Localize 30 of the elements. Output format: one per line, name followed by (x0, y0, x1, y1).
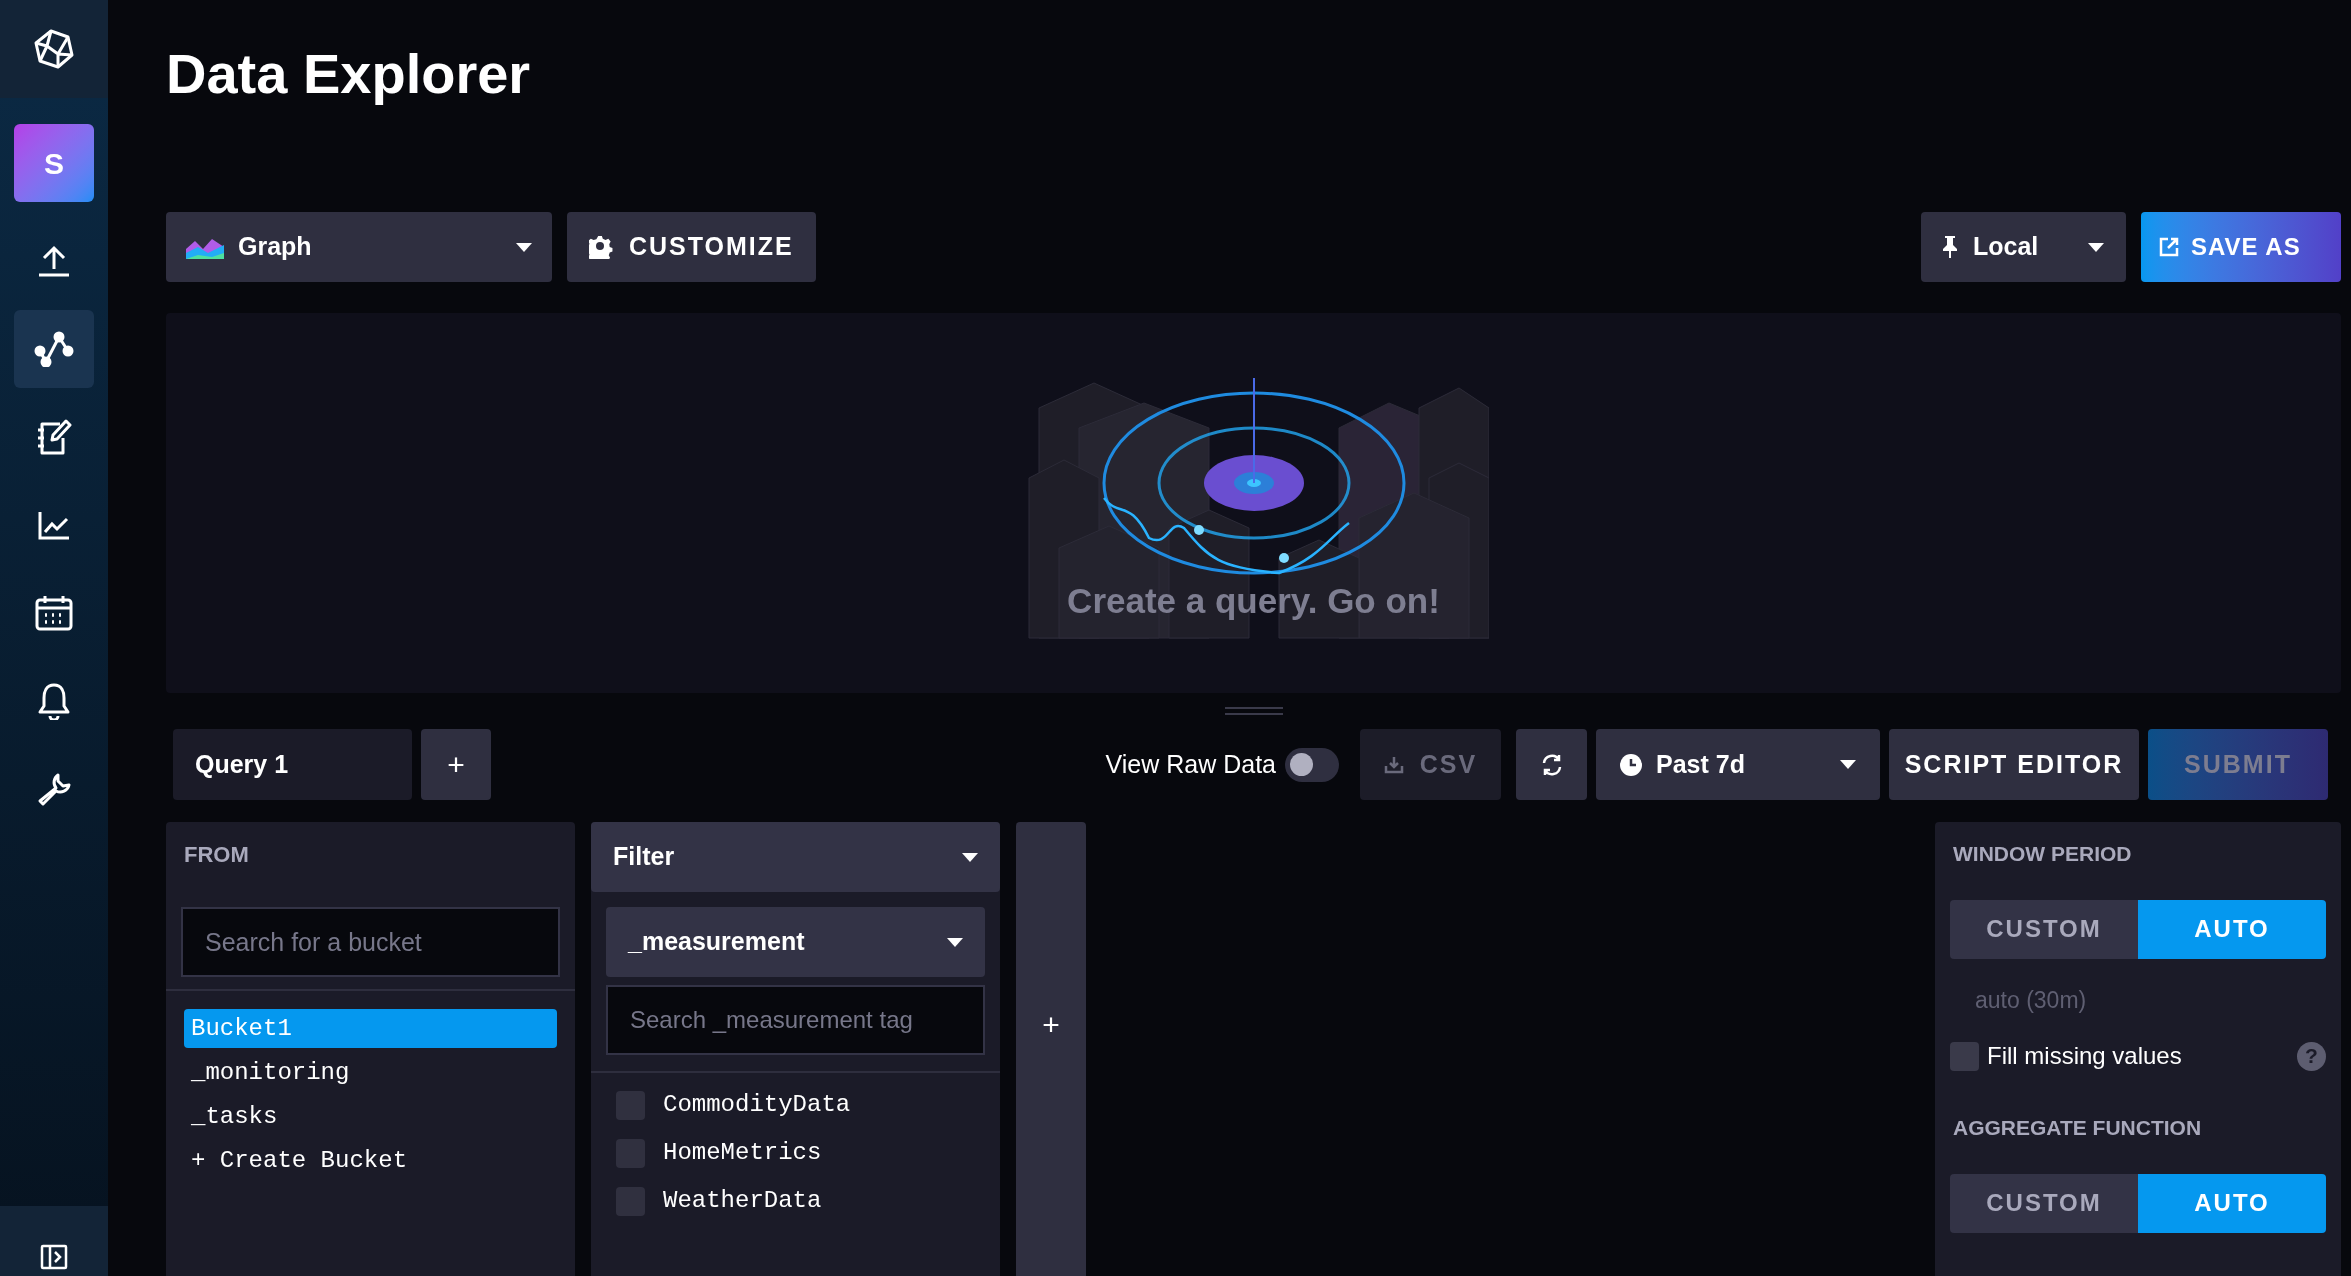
tag-value-label: CommodityData (663, 1090, 851, 1120)
create-bucket-link[interactable]: + Create Bucket (184, 1141, 415, 1180)
tag-search-field[interactable]: Search _measurement tag (606, 985, 985, 1055)
save-as-button[interactable]: SAVE AS (2141, 212, 2341, 282)
fill-missing-values-label: Fill missing values (1987, 1041, 2182, 1071)
view-raw-data-label: View Raw Data (1105, 748, 1276, 780)
empty-graph-message: Create a query. Go on! (1067, 580, 1440, 622)
page-title: Data Explorer (166, 41, 531, 107)
time-range-dropdown[interactable]: Past 7d (1596, 729, 1880, 800)
script-editor-button[interactable]: SCRIPT EDITOR (1889, 729, 2139, 800)
bucket-search-field[interactable]: Search for a bucket (181, 907, 560, 977)
mode-toggle-option[interactable]: CUSTOM (1950, 1173, 2138, 1233)
customize-button[interactable]: CUSTOMIZE (567, 212, 816, 282)
visualization-dropdown[interactable]: Graph (166, 212, 552, 282)
add-filter-button[interactable]: + (1016, 822, 1086, 1276)
mode-toggle-option[interactable]: CUSTOM (1950, 899, 2138, 959)
query-tab[interactable]: Query 1 (173, 729, 412, 800)
filter-dropdown[interactable]: Filter (591, 822, 1000, 892)
add-query-button[interactable]: + (421, 729, 491, 800)
tag-value-label: HomeMetrics (663, 1138, 822, 1168)
tag-value-label: WeatherData (663, 1186, 822, 1216)
user-avatar[interactable]: S (14, 124, 94, 202)
panel-heading: AGGREGATE FUNCTION (1952, 1115, 2203, 1141)
window-period-hint: auto (30m) (1974, 985, 2088, 1015)
panel-heading: FROM (183, 841, 250, 869)
bucket-item[interactable]: _tasks (184, 1097, 557, 1136)
timezone-dropdown[interactable]: Local (1921, 212, 2126, 282)
tag-key-dropdown[interactable]: _measurement (606, 907, 985, 977)
bucket-item[interactable]: _monitoring (184, 1053, 557, 1092)
panel-heading: WINDOW PERIOD (1952, 841, 2133, 867)
